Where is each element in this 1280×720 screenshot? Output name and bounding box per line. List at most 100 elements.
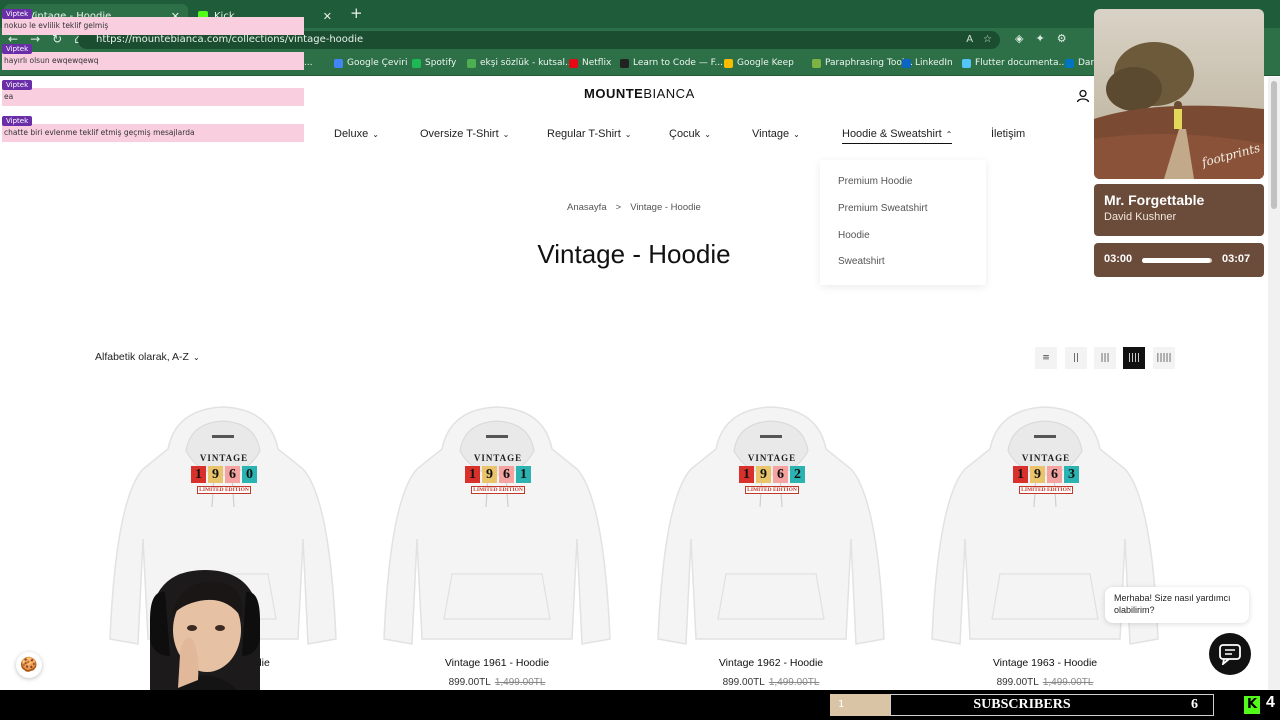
product-price: 899.00TL 1,499.00TL: [920, 677, 1170, 688]
print-limited-edition-text: LIMITED EDITION: [197, 486, 251, 494]
nav-label: Regular T-Shirt: [547, 128, 621, 140]
bookmark-item[interactable]: Google Keep: [724, 58, 794, 68]
print-vintage-text: VINTAGE: [747, 453, 797, 463]
bookmark-label: LinkedIn: [915, 58, 953, 68]
chat-launcher-button[interactable]: [1209, 633, 1251, 675]
chat-greeting-bubble[interactable]: Merhaba! Size nasıl yardımcı olabilirim?: [1105, 587, 1249, 623]
close-tab-icon[interactable]: ✕: [323, 10, 332, 23]
bookmark-label: Netflix: [582, 58, 612, 68]
bookmark-item[interactable]: LinkedIn: [902, 58, 953, 68]
bookmark-item[interactable]: Paraphrasing Tool...: [812, 58, 913, 68]
bookmark-item[interactable]: Learn to Code — F...: [620, 58, 723, 68]
sale-price: 899.00TL: [448, 677, 491, 688]
three-column-icon: |||: [1100, 353, 1110, 363]
bookmark-item[interactable]: ekşi sözlük - kutsal...: [467, 58, 574, 68]
song-progress: 03:00 03:07: [1094, 243, 1264, 277]
product-name[interactable]: Vintage 1963 - Hoodie: [920, 657, 1170, 669]
sort-dropdown[interactable]: Alfabetik olarak, A-Z ⌄: [95, 351, 200, 363]
nav-oversize-tshirt[interactable]: Oversize T-Shirt ⌄: [420, 128, 509, 140]
nav-vintage[interactable]: Vintage ⌄: [752, 128, 800, 140]
nav-regular-tshirt[interactable]: Regular T-Shirt ⌄: [547, 128, 631, 140]
print-year-digit: 9: [208, 466, 223, 483]
extension-icon[interactable]: ◈: [1015, 32, 1023, 45]
stream-chat-message: Viptek nokuo le evlilik teklif gelmiş: [2, 9, 304, 35]
chat-username: Viptek: [2, 80, 33, 90]
settings-gear-icon[interactable]: ⚙: [1057, 32, 1067, 45]
breadcrumb-home-link[interactable]: Anasayfa: [567, 202, 607, 213]
nav-deluxe[interactable]: Deluxe ⌄: [334, 128, 379, 140]
print-year-digit: 2: [790, 466, 805, 483]
print-year-digit: 9: [1030, 466, 1045, 483]
page-scrollbar[interactable]: [1268, 77, 1280, 690]
scrollbar-thumb[interactable]: [1271, 81, 1277, 209]
product-name[interactable]: Vintage 1962 - Hoodie: [646, 657, 896, 669]
subscribers-count: 6: [1191, 697, 1198, 712]
product-image[interactable]: VINTAGE 1 9 6 2 LIMITED EDITION: [646, 389, 896, 649]
song-title: Mr. Forgettable: [1104, 192, 1205, 208]
bookmark-label: Paraphrasing Tool...: [825, 58, 913, 68]
chevron-down-icon: ⌄: [192, 353, 200, 362]
view-4-column-button[interactable]: ||||: [1123, 347, 1145, 369]
bookmark-item[interactable]: Spotify: [412, 58, 456, 68]
bookmark-item[interactable]: ...: [304, 58, 313, 68]
nav-cocuk[interactable]: Çocuk ⌄: [669, 128, 711, 140]
print-year-digit: 1: [739, 466, 754, 483]
logo-light-text: BIANCA: [643, 86, 695, 101]
print-year-digit: 1: [1013, 466, 1028, 483]
bookmark-item[interactable]: Flutter documenta...: [962, 58, 1067, 68]
bookmark-favicon-icon: [902, 58, 911, 68]
breadcrumb-separator: >: [615, 202, 622, 213]
bookmark-label: Google Keep: [737, 58, 794, 68]
print-limited-edition-text: LIMITED EDITION: [471, 486, 525, 494]
read-aloud-icon[interactable]: A: [966, 31, 973, 49]
sale-price: 899.00TL: [722, 677, 765, 688]
new-tab-icon[interactable]: +: [350, 4, 363, 22]
bookmark-favicon-icon: [1065, 58, 1074, 68]
bookmark-label: ...: [304, 58, 313, 68]
account-icon[interactable]: [1076, 88, 1090, 107]
nav-label: Çocuk: [669, 128, 701, 140]
sort-label: Alfabetik olarak, A-Z: [95, 351, 189, 363]
page-title: Vintage - Hoodie: [537, 239, 731, 269]
product-card[interactable]: VINTAGE 1 9 6 2 LIMITED EDITION Vintage 1962 -…: [646, 389, 896, 688]
bookmark-favicon-icon: [334, 58, 343, 68]
product-image[interactable]: VINTAGE 1 9 6 1 LIMITED EDITION: [372, 389, 622, 649]
url-text: https://mountebianca.com/collections/vin…: [96, 34, 364, 45]
original-price: 1,499.00TL: [768, 677, 820, 688]
nav-label: Hoodie & Sweatshirt: [842, 128, 942, 140]
bookmark-favicon-icon: [620, 58, 629, 68]
cookie-settings-icon[interactable]: 🍪: [16, 652, 42, 678]
extensions-puzzle-icon[interactable]: ✦: [1035, 32, 1044, 45]
bookmark-item[interactable]: Dart: [1065, 58, 1098, 68]
print-year-digit: 6: [499, 466, 514, 483]
bookmark-favicon-icon: [569, 58, 578, 68]
bookmark-favicon-icon: [724, 58, 733, 68]
chevron-down-icon: ⌄: [793, 130, 800, 139]
dropdown-item-premium-sweatshirt[interactable]: Premium Sweatshirt: [838, 203, 927, 214]
view-3-column-button[interactable]: |||: [1094, 347, 1116, 369]
dropdown-item-premium-hoodie[interactable]: Premium Hoodie: [838, 176, 912, 187]
song-info: Mr. Forgettable David Kushner: [1094, 184, 1264, 236]
print-year-digit: 9: [756, 466, 771, 483]
product-name[interactable]: Vintage 1961 - Hoodie: [372, 657, 622, 669]
hoodie-print-graphic: VINTAGE 1 9 6 3 LIMITED EDITION: [1010, 453, 1082, 494]
product-card[interactable]: VINTAGE 1 9 6 1 LIMITED EDITION Vintage 1961 -…: [372, 389, 622, 688]
chevron-down-icon: ⌄: [704, 130, 711, 139]
print-year-digit: 6: [225, 466, 240, 483]
kick-logo-icon: K: [1244, 696, 1260, 714]
progress-fill: [1142, 258, 1210, 263]
favorite-star-icon[interactable]: ☆: [983, 31, 992, 49]
sale-price: 899.00TL: [996, 677, 1039, 688]
view-list-button[interactable]: ≡: [1035, 347, 1057, 369]
nav-hoodie-sweatshirt[interactable]: Hoodie & Sweatshirt ⌃: [842, 128, 953, 144]
view-2-column-button[interactable]: ||: [1065, 347, 1087, 369]
bookmark-item[interactable]: Google Çeviri: [334, 58, 407, 68]
bookmark-item[interactable]: Netflix: [569, 58, 611, 68]
chat-username: Viptek: [2, 116, 33, 126]
view-5-column-button[interactable]: |||||: [1153, 347, 1175, 369]
original-price: 1,499.00TL: [1042, 677, 1094, 688]
site-logo[interactable]: MOUNTEBIANCA: [584, 86, 695, 101]
subscribers-label: SUBSCRIBERS: [973, 697, 1071, 712]
print-year-digit: 9: [482, 466, 497, 483]
nav-iletisim[interactable]: İletişim: [991, 128, 1025, 140]
